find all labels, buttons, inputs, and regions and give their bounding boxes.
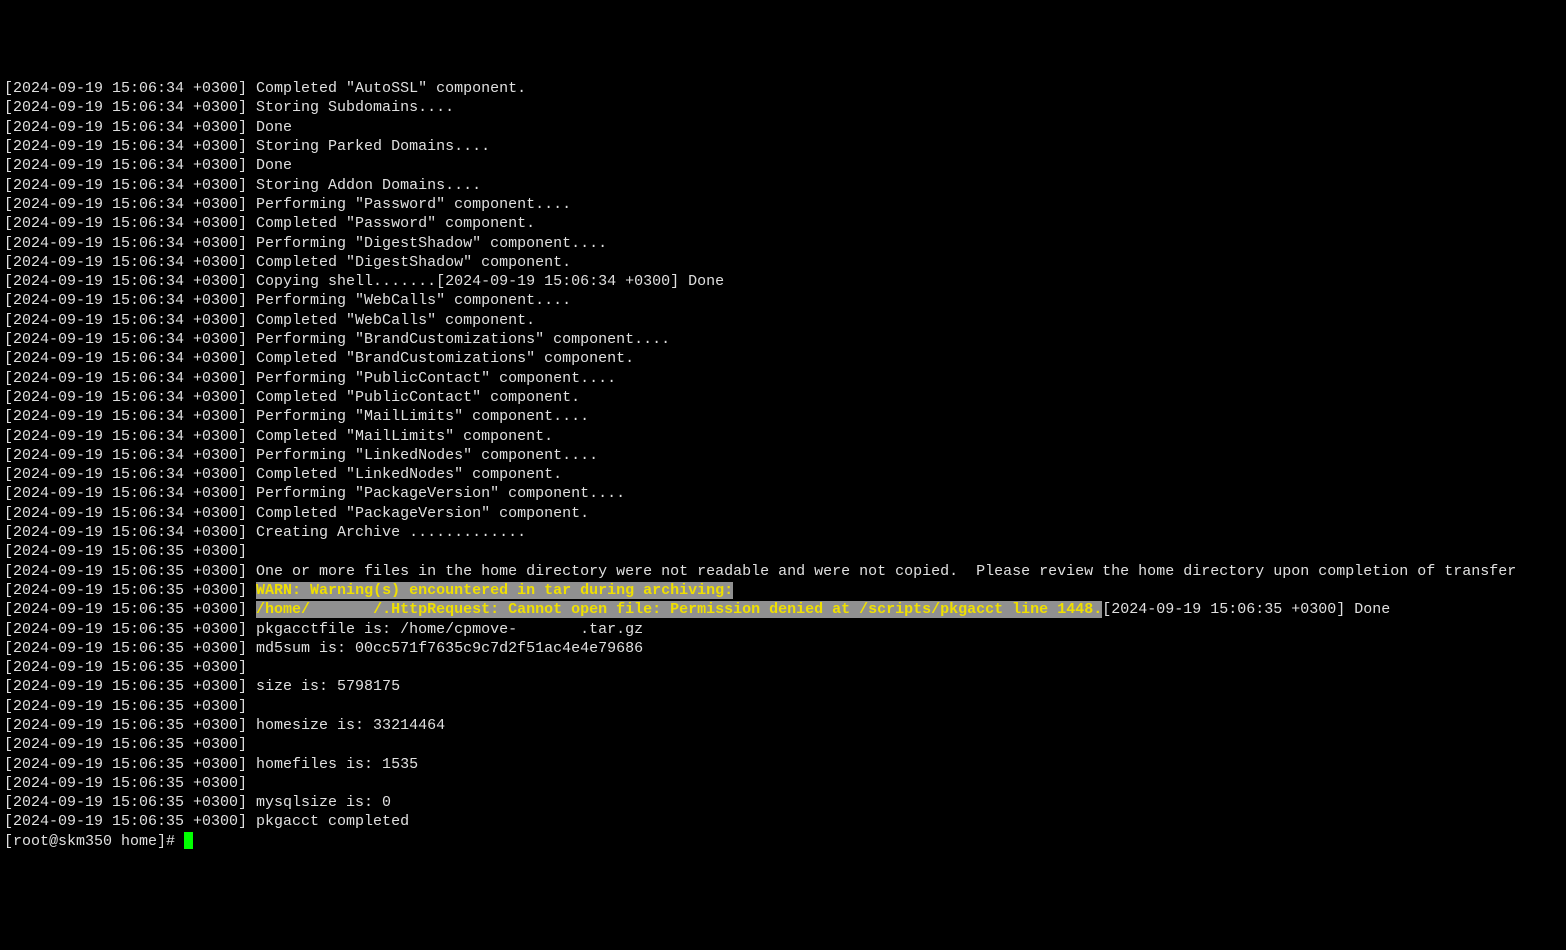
warn-highlight-path-a: /home/ bbox=[256, 601, 310, 618]
warn-after-text: [2024-09-19 15:06:35 +0300] Done bbox=[1102, 601, 1390, 618]
log-line: [2024-09-19 15:06:34 +0300] Copying shel… bbox=[4, 272, 1562, 291]
log-line: [2024-09-19 15:06:35 +0300] bbox=[4, 658, 1562, 677]
warn-highlight: WARN: Warning(s) encountered in tar duri… bbox=[256, 582, 733, 599]
log-line: [2024-09-19 15:06:34 +0300] Completed "L… bbox=[4, 465, 1562, 484]
log-line: [2024-09-19 15:06:34 +0300] Performing "… bbox=[4, 484, 1562, 503]
cursor-icon bbox=[184, 832, 193, 849]
log-line: [2024-09-19 15:06:34 +0300] Performing "… bbox=[4, 369, 1562, 388]
log-line: [2024-09-19 15:06:35 +0300] pkgacctfile … bbox=[4, 620, 1562, 639]
log-line: [2024-09-19 15:06:34 +0300] Storing Subd… bbox=[4, 98, 1562, 117]
log-line: [2024-09-19 15:06:35 +0300] bbox=[4, 542, 1562, 561]
log-line: [2024-09-19 15:06:34 +0300] Completed "A… bbox=[4, 79, 1562, 98]
warn-highlight-path-b: /.HttpRequest: Cannot open file: Permiss… bbox=[373, 601, 1102, 618]
warn-line-1: [2024-09-19 15:06:35 +0300] WARN: Warnin… bbox=[4, 581, 1562, 600]
log-line: [2024-09-19 15:06:34 +0300] Storing Addo… bbox=[4, 176, 1562, 195]
log-line: [2024-09-19 15:06:35 +0300] md5sum is: 0… bbox=[4, 639, 1562, 658]
log-line: [2024-09-19 15:06:35 +0300] bbox=[4, 735, 1562, 754]
shell-prompt: [root@skm350 home]# bbox=[4, 833, 184, 850]
warn-redacted-gap bbox=[310, 601, 373, 618]
log-line: [2024-09-19 15:06:34 +0300] Completed "W… bbox=[4, 311, 1562, 330]
log-line: [2024-09-19 15:06:34 +0300] Performing "… bbox=[4, 407, 1562, 426]
terminal-output[interactable]: [2024-09-19 15:06:34 +0300] Completed "A… bbox=[4, 79, 1562, 851]
log-line: [2024-09-19 15:06:34 +0300] Completed "P… bbox=[4, 504, 1562, 523]
log-line: [2024-09-19 15:06:34 +0300] Completed "M… bbox=[4, 427, 1562, 446]
log-line: [2024-09-19 15:06:35 +0300] mysqlsize is… bbox=[4, 793, 1562, 812]
log-line: [2024-09-19 15:06:35 +0300] One or more … bbox=[4, 562, 1562, 581]
log-line: [2024-09-19 15:06:34 +0300] Done bbox=[4, 156, 1562, 175]
log-line: [2024-09-19 15:06:34 +0300] Creating Arc… bbox=[4, 523, 1562, 542]
log-line: [2024-09-19 15:06:35 +0300] bbox=[4, 774, 1562, 793]
log-line: [2024-09-19 15:06:35 +0300] homesize is:… bbox=[4, 716, 1562, 735]
log-line: [2024-09-19 15:06:34 +0300] Performing "… bbox=[4, 234, 1562, 253]
log-line: [2024-09-19 15:06:34 +0300] Completed "D… bbox=[4, 253, 1562, 272]
log-line: [2024-09-19 15:06:34 +0300] Storing Park… bbox=[4, 137, 1562, 156]
log-line: [2024-09-19 15:06:35 +0300] size is: 579… bbox=[4, 677, 1562, 696]
log-line: [2024-09-19 15:06:34 +0300] Completed "B… bbox=[4, 349, 1562, 368]
log-line: [2024-09-19 15:06:34 +0300] Completed "P… bbox=[4, 214, 1562, 233]
log-line: [2024-09-19 15:06:35 +0300] homefiles is… bbox=[4, 755, 1562, 774]
log-line: [2024-09-19 15:06:34 +0300] Done bbox=[4, 118, 1562, 137]
log-line: [2024-09-19 15:06:35 +0300] bbox=[4, 697, 1562, 716]
log-line: [2024-09-19 15:06:34 +0300] Performing "… bbox=[4, 330, 1562, 349]
log-line: [2024-09-19 15:06:34 +0300] Performing "… bbox=[4, 446, 1562, 465]
log-timestamp: [2024-09-19 15:06:35 +0300] bbox=[4, 582, 256, 599]
log-line: [2024-09-19 15:06:34 +0300] Completed "P… bbox=[4, 388, 1562, 407]
log-line: [2024-09-19 15:06:34 +0300] Performing "… bbox=[4, 195, 1562, 214]
log-timestamp: [2024-09-19 15:06:35 +0300] bbox=[4, 601, 256, 618]
warn-line-2: [2024-09-19 15:06:35 +0300] /home/ /.Htt… bbox=[4, 600, 1562, 619]
log-line: [2024-09-19 15:06:34 +0300] Performing "… bbox=[4, 291, 1562, 310]
prompt-line[interactable]: [root@skm350 home]# bbox=[4, 832, 1562, 851]
